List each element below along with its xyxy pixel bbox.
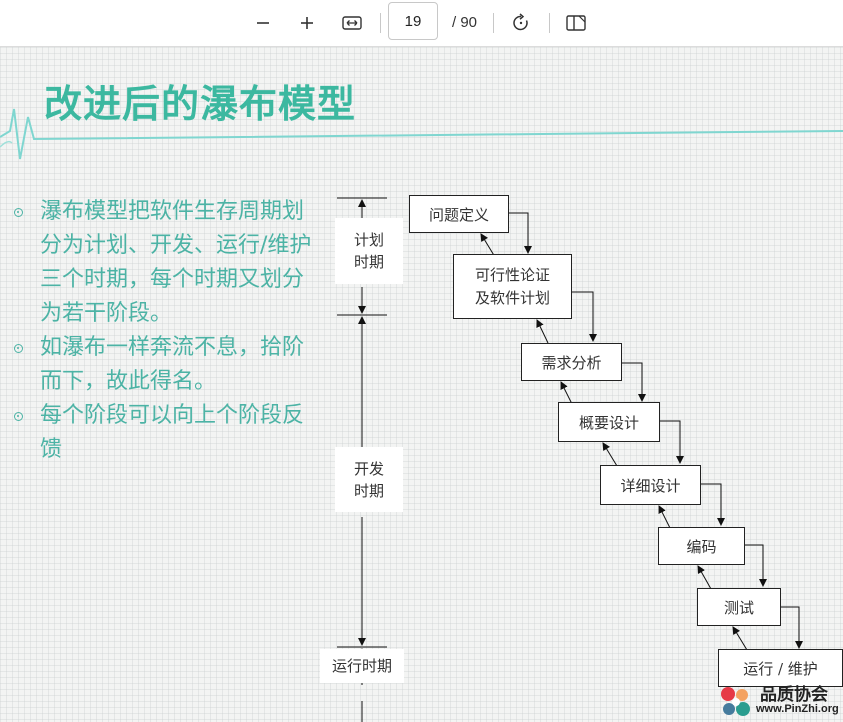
stage-label-line: 及软件计划 [474, 288, 550, 307]
toolbar-divider [493, 13, 494, 33]
zoom-out-button[interactable] [249, 9, 277, 37]
period-label-line: 时期 [353, 481, 384, 500]
watermark-url: www.PinZhi.org [756, 703, 839, 715]
stage-problem-definition: 问题定义 [409, 195, 509, 233]
toolbar-divider [380, 13, 381, 33]
fit-width-button[interactable] [338, 9, 366, 37]
page-total-label: / 90 [452, 14, 478, 31]
period-label-line: 时期 [353, 253, 384, 271]
stage-high-level-design: 概要设计 [558, 402, 660, 442]
period-label-develop: 开发 时期 [335, 447, 403, 512]
period-label-line: 计划 [353, 231, 384, 249]
stage-requirements: 需求分析 [521, 343, 622, 381]
rotate-button[interactable] [507, 9, 535, 37]
page-number-input[interactable]: 19 [388, 2, 438, 40]
slide-canvas: 改进后的瀑布模型 瀑布模型把软件生存周期划分为计划、开发、运行/维护三个时期，每… [0, 47, 843, 722]
rotate-icon [513, 13, 528, 31]
stage-testing: 测试 [697, 588, 781, 626]
stage-label-line: 可行性论证 [474, 265, 550, 284]
flower-logo-icon [721, 687, 750, 716]
pdf-toolbar: 19 / 90 [0, 0, 843, 47]
period-label-plan: 计划 时期 [335, 218, 403, 284]
period-label-operate: 运行时期 [320, 649, 404, 683]
minus-icon [257, 22, 269, 24]
fit-width-icon [342, 16, 362, 30]
zoom-in-button[interactable] [293, 9, 321, 37]
watermark-logo: 品质协会 www.PinZhi.org [716, 680, 843, 722]
toolbar-divider [549, 13, 550, 33]
stage-detailed-design: 详细设计 [600, 465, 701, 505]
plus-icon [301, 17, 313, 29]
period-label-line: 开发 [353, 459, 384, 478]
stage-feasibility: 可行性论证 及软件计划 [453, 254, 572, 319]
page-view-icon [566, 15, 586, 31]
watermark-name: 品质协会 [760, 685, 828, 705]
stage-coding: 编码 [658, 527, 745, 565]
page-view-button[interactable] [562, 9, 590, 37]
